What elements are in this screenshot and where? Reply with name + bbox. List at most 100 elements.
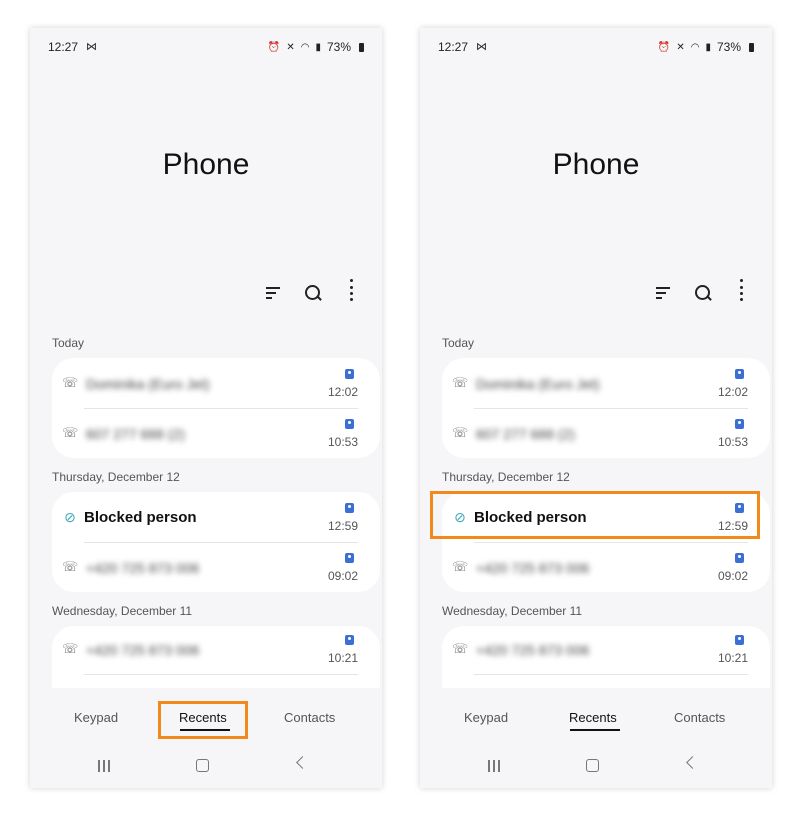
call-log-row[interactable]: ☏ 607 277 688 (2) 10:53 xyxy=(442,410,770,458)
missed-call-icon: ☏ xyxy=(452,559,469,574)
section-label-thursday: Thursday, December 12 xyxy=(442,470,570,484)
caller-name: 607 277 688 (2) xyxy=(476,426,575,442)
call-log-row[interactable]: ☏ +420 725 873 006 10:21 xyxy=(442,626,770,674)
call-log-row[interactable]: ☏ +420 725 873 006 09:02 xyxy=(52,544,380,592)
recent-apps-icon[interactable] xyxy=(488,760,502,772)
call-log-row[interactable]: ☏ 607 277 688 (2) 10:53 xyxy=(52,410,380,458)
bottom-tabs: Keypad Recents Contacts xyxy=(30,710,382,734)
call-group-card: ☏ Dominika (Euro Jet) 12:02 ☏ 607 277 68… xyxy=(52,358,380,458)
battery-percent: 73% xyxy=(716,40,741,54)
call-log-row-blocked[interactable]: ⊘ Blocked person 12:59 xyxy=(442,494,770,542)
toolbar xyxy=(266,279,360,302)
system-nav-bar xyxy=(30,756,382,780)
contact-badge-icon[interactable] xyxy=(735,503,744,513)
outgoing-call-icon: ☏ xyxy=(452,425,469,440)
contact-badge-icon[interactable] xyxy=(735,635,744,645)
contact-badge-icon[interactable] xyxy=(735,369,744,379)
call-group-card: ⊘ Blocked person 12:59 ☏ +420 725 873 00… xyxy=(442,492,770,592)
wifi-icon: ◠ xyxy=(690,41,700,53)
missed-call-icon: ☏ xyxy=(62,559,79,574)
outgoing-call-icon: ☏ xyxy=(62,425,79,440)
caller-name: +420 725 873 006 xyxy=(476,560,590,576)
blocked-icon: ⊘ xyxy=(64,509,76,525)
call-time: 12:59 xyxy=(717,519,748,533)
divider xyxy=(84,674,358,675)
status-bar: 12:27 ⋈ ⏰ ✕ ◠ ▮ 73% xyxy=(48,40,364,56)
recent-apps-icon[interactable] xyxy=(98,760,112,772)
call-time: 10:53 xyxy=(717,435,748,449)
notification-dot xyxy=(740,279,743,282)
call-time: 10:21 xyxy=(327,651,358,665)
alarm-icon: ⏰ xyxy=(657,41,671,53)
more-options-icon[interactable] xyxy=(732,279,750,302)
contact-badge-icon[interactable] xyxy=(735,419,744,429)
page-title: Phone xyxy=(552,148,640,181)
tab-keypad[interactable]: Keypad xyxy=(74,710,118,725)
system-nav-bar xyxy=(420,756,772,780)
toolbar xyxy=(656,279,750,302)
section-label-wednesday: Wednesday, December 11 xyxy=(442,604,583,618)
contact-badge-icon[interactable] xyxy=(345,553,354,563)
home-icon[interactable] xyxy=(196,759,209,772)
divider xyxy=(474,408,748,409)
call-log-row[interactable]: ☏ +420 725 873 006 09:02 xyxy=(442,544,770,592)
wifi-icon: ◠ xyxy=(300,41,310,53)
missed-call-icon: ☏ xyxy=(62,641,79,656)
caller-name: 607 277 688 (2) xyxy=(86,426,185,442)
signal-icon: ▮ xyxy=(705,41,711,53)
divider xyxy=(474,542,748,543)
filter-icon[interactable] xyxy=(656,284,674,302)
call-time: 09:02 xyxy=(327,569,358,583)
divider xyxy=(474,674,748,675)
caller-name: Blocked person xyxy=(474,509,587,526)
search-icon[interactable] xyxy=(304,284,322,302)
tab-contacts[interactable]: Contacts xyxy=(284,710,335,725)
call-time: 10:21 xyxy=(717,651,748,665)
tab-recents[interactable]: Recents xyxy=(569,710,617,725)
alarm-icon: ⏰ xyxy=(267,41,281,53)
contact-badge-icon[interactable] xyxy=(345,503,354,513)
call-log-row[interactable]: ☏ Dominika (Euro Jet) 12:02 xyxy=(442,360,770,408)
tab-contacts[interactable]: Contacts xyxy=(674,710,725,725)
call-log-row[interactable]: ☏ +420 725 873 006 10:21 xyxy=(52,626,380,674)
status-time: 12:27 xyxy=(48,40,79,54)
call-time: 12:59 xyxy=(327,519,358,533)
call-time: 12:02 xyxy=(327,385,358,399)
phone-screen-right: 12:27 ⋈ ⏰ ✕ ◠ ▮ 73% Phone Today ☏ Domini… xyxy=(420,28,772,788)
home-icon[interactable] xyxy=(586,759,599,772)
section-label-today: Today xyxy=(52,336,85,350)
caller-name: +420 725 873 006 xyxy=(86,642,200,658)
active-tab-indicator xyxy=(570,729,620,731)
search-icon[interactable] xyxy=(694,284,712,302)
contact-badge-icon[interactable] xyxy=(345,635,354,645)
battery-percent: 73% xyxy=(326,40,351,54)
status-bar: 12:27 ⋈ ⏰ ✕ ◠ ▮ 73% xyxy=(438,40,754,56)
call-log-row[interactable]: ☏ Dominika (Euro Jet) 12:02 xyxy=(52,360,380,408)
tab-keypad[interactable]: Keypad xyxy=(464,710,508,725)
call-time: 10:53 xyxy=(327,435,358,449)
section-label-today: Today xyxy=(442,336,475,350)
divider xyxy=(84,408,358,409)
missed-call-icon: ☏ xyxy=(62,375,79,390)
caller-name: +420 725 873 006 xyxy=(476,642,590,658)
active-tab-indicator xyxy=(180,729,230,731)
section-label-wednesday: Wednesday, December 11 xyxy=(52,604,193,618)
contact-badge-icon[interactable] xyxy=(345,419,354,429)
contact-badge-icon[interactable] xyxy=(735,553,744,563)
call-group-card: ☏ Dominika (Euro Jet) 12:02 ☏ 607 277 68… xyxy=(442,358,770,458)
blocked-icon: ⊘ xyxy=(454,509,466,525)
more-options-icon[interactable] xyxy=(342,279,360,302)
signal-icon: ▮ xyxy=(315,41,321,53)
caller-name: Dominika (Euro Jet) xyxy=(86,376,210,392)
divider xyxy=(84,542,358,543)
mail-icon: ⋈ xyxy=(86,41,97,53)
battery-icon xyxy=(749,42,754,52)
call-group-card: ⊘ Blocked person 12:59 ☏ +420 725 873 00… xyxy=(52,492,380,592)
caller-name: Blocked person xyxy=(84,509,197,526)
caller-name: +420 725 873 006 xyxy=(86,560,200,576)
contact-badge-icon[interactable] xyxy=(345,369,354,379)
call-log-row-blocked[interactable]: ⊘ Blocked person 12:59 xyxy=(52,494,380,542)
call-time: 09:02 xyxy=(717,569,748,583)
filter-icon[interactable] xyxy=(266,284,284,302)
tab-recents[interactable]: Recents xyxy=(179,710,227,725)
